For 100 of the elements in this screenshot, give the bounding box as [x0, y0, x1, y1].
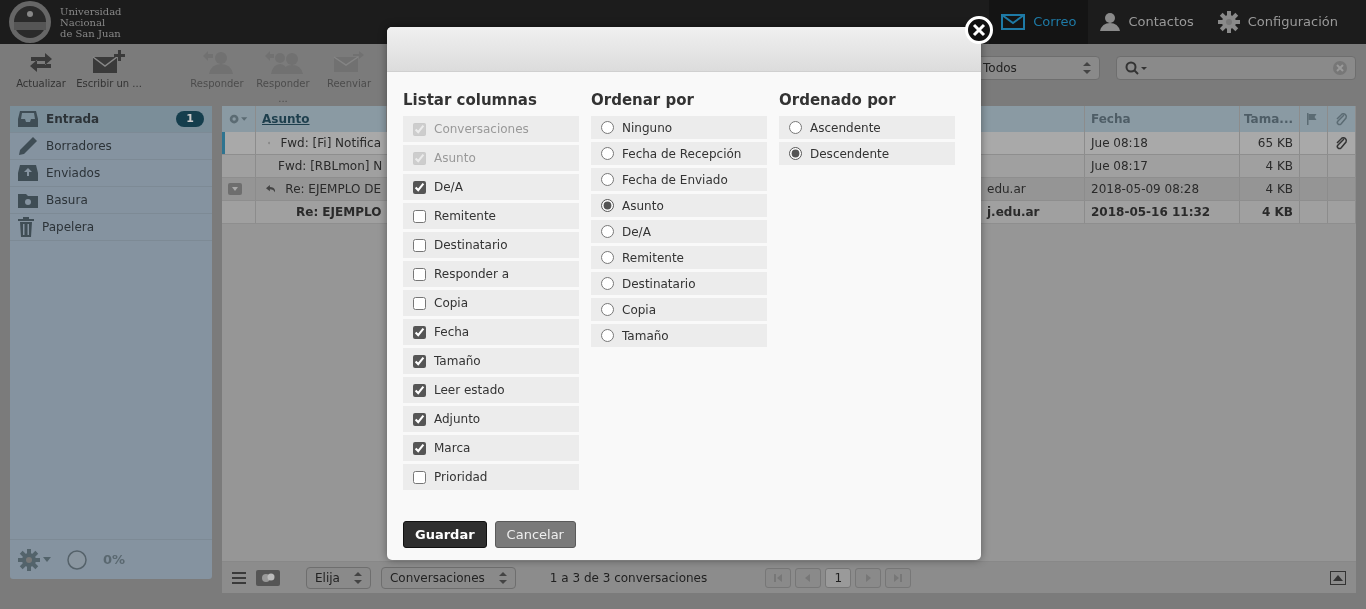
subject-text: Fwd: [RBLmon] N — [278, 158, 383, 175]
option-row[interactable]: Tamaño — [403, 348, 579, 374]
date-text: Jue 08:18 — [1091, 135, 1148, 152]
reply-arrow-icon — [266, 184, 276, 194]
checkbox[interactable] — [413, 267, 426, 281]
option-row[interactable]: De/A — [591, 220, 767, 243]
checkbox[interactable] — [413, 180, 426, 194]
select-dropdown[interactable]: Elija — [306, 566, 371, 589]
radio-button[interactable] — [601, 225, 614, 238]
option-row[interactable]: Ninguno — [591, 116, 767, 139]
gear-icon — [1217, 11, 1240, 33]
radio-button[interactable] — [601, 173, 614, 186]
size-text: 4 KB — [1265, 158, 1293, 175]
option-row[interactable]: Fecha de Enviado — [591, 168, 767, 191]
radio-button[interactable] — [601, 277, 614, 290]
collapse-icon — [1330, 570, 1346, 585]
paperclip-icon — [1334, 112, 1348, 126]
option-row[interactable]: Tamaño — [591, 324, 767, 347]
date-text: 2018-05-16 11:32 — [1091, 204, 1211, 221]
date-text: Jue 08:17 — [1091, 158, 1148, 175]
checkbox[interactable] — [413, 441, 426, 455]
trash-icon — [18, 217, 34, 237]
option-row[interactable]: Descendente — [779, 142, 955, 165]
option-row[interactable]: Destinatario — [403, 232, 579, 258]
threading-select[interactable]: Conversaciones — [380, 566, 516, 589]
radio-button[interactable] — [601, 251, 614, 264]
unread-badge: 1 — [176, 110, 204, 128]
envelope-plus-icon — [92, 50, 126, 74]
section-title: Listar columnas — [403, 91, 538, 109]
checkbox[interactable] — [413, 383, 426, 397]
sender-text: edu.ar — [987, 181, 1026, 198]
search-field[interactable] — [1116, 56, 1356, 80]
option-row[interactable]: Adjunto — [403, 406, 579, 432]
cancel-button[interactable]: Cancelar — [494, 520, 576, 548]
save-button[interactable]: Guardar — [403, 520, 487, 548]
spinner-icon — [498, 571, 507, 584]
folder-item[interactable]: Enviados — [10, 160, 212, 187]
section-title: Ordenado por — [779, 91, 897, 109]
checkbox[interactable] — [413, 238, 426, 252]
radio-button[interactable] — [601, 303, 614, 316]
nav-tab[interactable]: Configuración — [1205, 0, 1350, 44]
envelope-icon — [1001, 14, 1026, 30]
spinner-icon — [353, 571, 362, 584]
paperclip-icon — [1334, 136, 1348, 150]
caret-icon — [43, 556, 51, 563]
person-icon — [1100, 13, 1121, 31]
option-row[interactable]: Ascendente — [779, 116, 955, 139]
radio-button[interactable] — [601, 147, 614, 160]
arrows-icon — [29, 52, 53, 72]
expand-toggle-icon — [228, 183, 242, 195]
page-number[interactable]: 1 — [825, 567, 852, 588]
count-text: 1 a 3 de 3 conversaciones — [549, 569, 708, 587]
folder-item[interactable]: Papelera — [10, 214, 212, 241]
radio-button[interactable] — [789, 147, 802, 160]
clear-icon — [1333, 61, 1347, 75]
option-row[interactable]: Remitente — [591, 246, 767, 269]
checkbox[interactable] — [413, 296, 426, 310]
tray-arrow-icon — [18, 165, 38, 181]
checkbox[interactable] — [413, 325, 426, 339]
threads-icon — [256, 569, 280, 586]
option-row[interactable]: Fecha de Recepción — [591, 142, 767, 165]
nav-tab[interactable]: Correo — [989, 0, 1089, 44]
option-row[interactable]: Copia — [591, 298, 767, 321]
option-row[interactable]: Leer estado — [403, 377, 579, 403]
radio-button[interactable] — [601, 121, 614, 134]
folder-item[interactable]: Basura — [10, 187, 212, 214]
option-row[interactable]: Marca — [403, 435, 579, 461]
checkbox[interactable] — [413, 209, 426, 223]
option-row[interactable]: Asunto — [591, 194, 767, 217]
pencil-icon — [18, 136, 38, 156]
option-row[interactable]: Responder a — [403, 261, 579, 287]
option-row[interactable]: Fecha — [403, 319, 579, 345]
option-row[interactable]: Copia — [403, 290, 579, 316]
checkbox[interactable] — [413, 470, 426, 484]
checkbox[interactable] — [413, 354, 426, 368]
radio-button[interactable] — [601, 329, 614, 342]
size-text: 4 KB — [1265, 181, 1293, 198]
checkbox[interactable] — [413, 412, 426, 426]
quota-circle-icon — [67, 549, 87, 570]
sender-text: j.edu.ar — [987, 204, 1040, 221]
subject-text: Re: EJEMPLO DE — [285, 181, 381, 198]
column-header[interactable]: Asunto — [262, 110, 310, 128]
size-text: 65 KB — [1257, 135, 1293, 152]
flag-icon — [1306, 113, 1318, 125]
option-row[interactable]: Destinatario — [591, 272, 767, 295]
subject-text: Re: EJEMPLO — [296, 204, 382, 221]
nav-tab[interactable]: Contactos — [1088, 0, 1206, 44]
gear-icon — [228, 112, 249, 126]
radio-button[interactable] — [789, 121, 802, 134]
close-icon — [972, 23, 986, 37]
tray-icon — [18, 111, 38, 127]
size-text: 4 KB — [1262, 204, 1293, 221]
option-row[interactable]: Prioridad — [403, 464, 579, 490]
radio-button[interactable] — [601, 199, 614, 212]
logo-text: Universidad Nacional de San Juan — [60, 5, 122, 39]
option-row[interactable]: De/A — [403, 174, 579, 200]
folder-item[interactable]: Entrada 1 — [10, 106, 212, 133]
option-row[interactable]: Remitente — [403, 203, 579, 229]
folder-item[interactable]: Borradores — [10, 133, 212, 160]
list-icon — [232, 571, 246, 584]
